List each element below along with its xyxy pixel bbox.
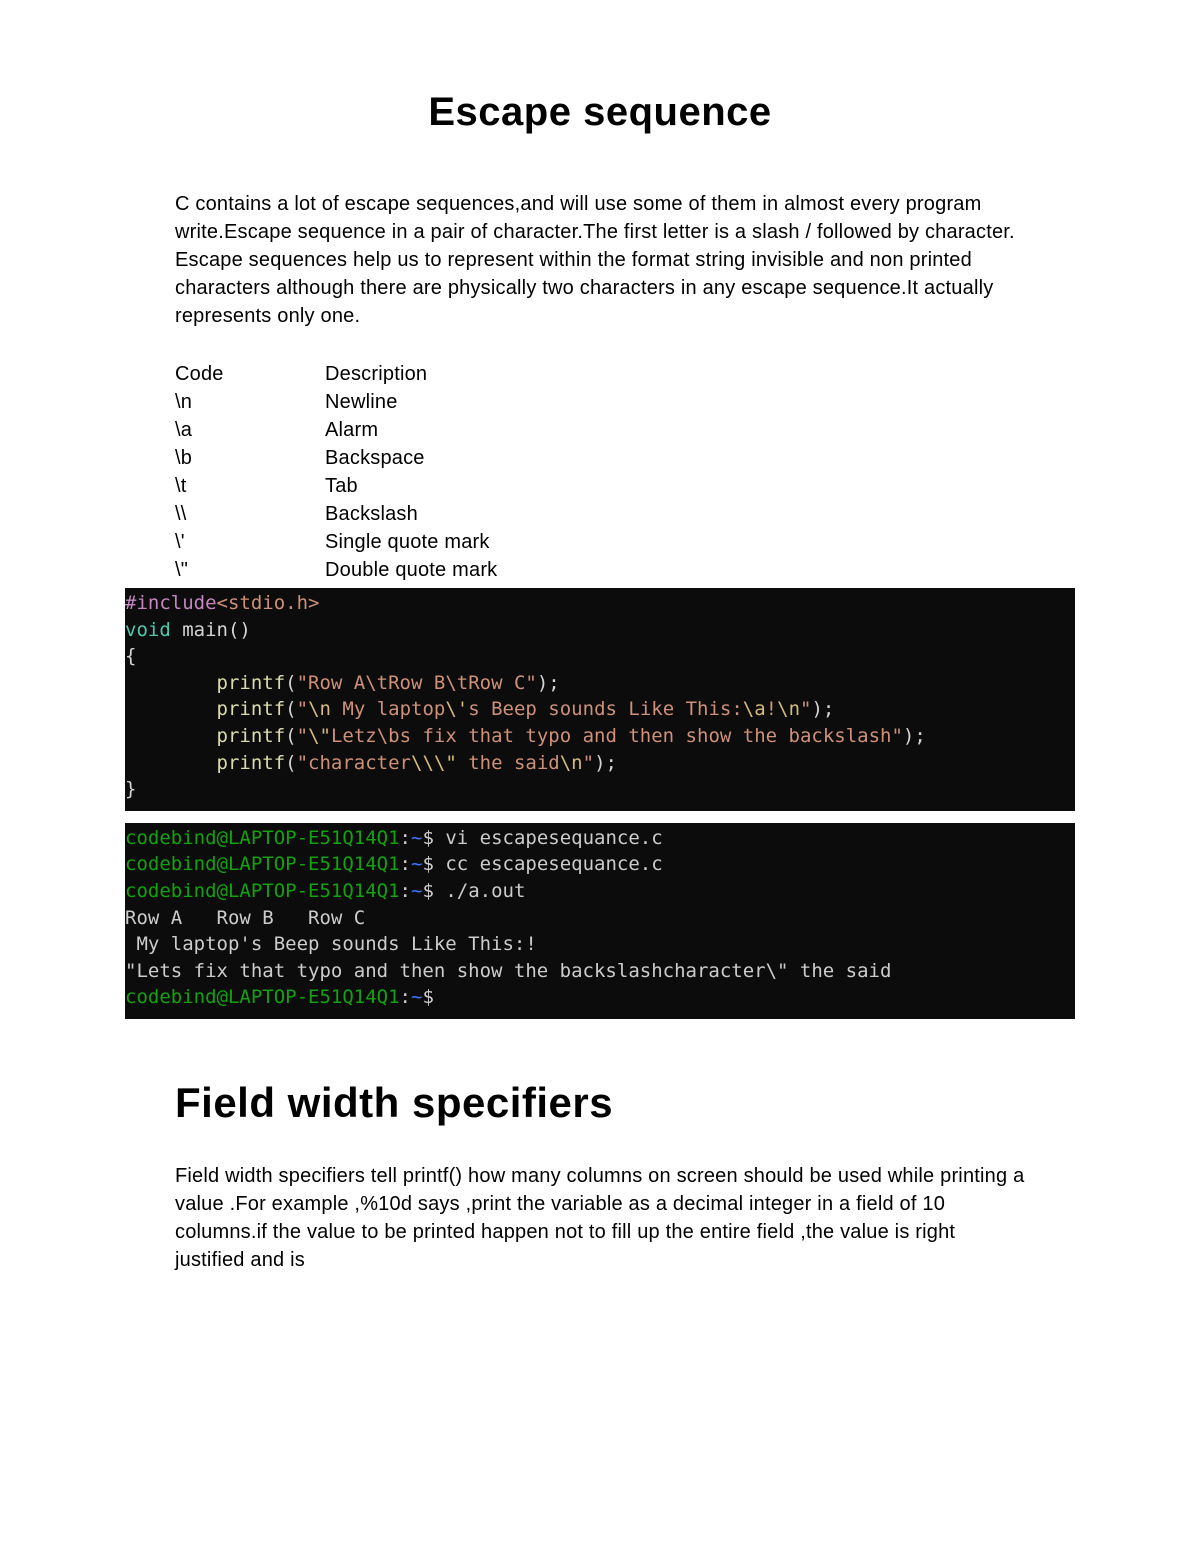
token-printf: printf [217, 672, 286, 694]
terminal-user-host: codebind@LAPTOP-E51Q14Q1 [125, 827, 400, 849]
token-escape: \" [308, 725, 331, 747]
token-end: ); [537, 672, 560, 694]
terminal-command: ./a.out [445, 880, 525, 902]
table-row: \\ Backslash [175, 500, 1025, 528]
heading-field-width-specifiers: Field width specifiers [175, 1079, 1025, 1127]
cell-desc: Single quote mark [325, 528, 1025, 556]
terminal-dollar: $ [422, 827, 445, 849]
header-description: Description [325, 360, 1025, 388]
terminal-path: ~ [411, 986, 422, 1008]
terminal-dollar: $ [422, 986, 445, 1008]
token-string: ! [766, 698, 777, 720]
terminal-user-host: codebind@LAPTOP-E51Q14Q1 [125, 986, 400, 1008]
table-row: \t Tab [175, 472, 1025, 500]
token-string: "Row A\tRow B\tRow C" [297, 672, 537, 694]
header-code: Code [175, 360, 325, 388]
cell-code: \b [175, 444, 325, 472]
terminal-output-line: My laptop's Beep sounds Like This:! [125, 933, 537, 955]
token-include: #include [125, 592, 217, 614]
token-main: main() [171, 619, 251, 641]
cell-code: \' [175, 528, 325, 556]
terminal-path: ~ [411, 827, 422, 849]
terminal-user-host: codebind@LAPTOP-E51Q14Q1 [125, 853, 400, 875]
cell-desc: Double quote mark [325, 556, 1025, 584]
token-paren: ( [285, 672, 296, 694]
table-row: \a Alarm [175, 416, 1025, 444]
token-string: My laptop [331, 698, 445, 720]
token-escape: \a [743, 698, 766, 720]
cell-code: \t [175, 472, 325, 500]
terminal-output-block: codebind@LAPTOP-E51Q14Q1:~$ vi escapeseq… [125, 823, 1075, 1019]
paragraph-intro: C contains a lot of escape sequences,and… [175, 190, 1025, 330]
token-printf: printf [217, 698, 286, 720]
token-string: s Beep sounds Like This: [468, 698, 743, 720]
terminal-command: vi escapesequance.c [445, 827, 662, 849]
table-header: Code Description [175, 360, 1025, 388]
token-brace-open: { [125, 645, 136, 667]
token-escape: \\\" [411, 752, 457, 774]
token-escape: \n [777, 698, 800, 720]
cell-desc: Backslash [325, 500, 1025, 528]
token-string: " [583, 752, 594, 774]
token-end: ); [811, 698, 834, 720]
token-escape: \' [445, 698, 468, 720]
table-row: \n Newline [175, 388, 1025, 416]
token-string: Letz\bs fix that typo and then show the … [331, 725, 892, 747]
token-string: " [891, 725, 902, 747]
cell-desc: Tab [325, 472, 1025, 500]
token-string: the said [457, 752, 560, 774]
cell-desc: Newline [325, 388, 1025, 416]
token-string: " [297, 698, 308, 720]
terminal-user-host: codebind@LAPTOP-E51Q14Q1 [125, 880, 400, 902]
cell-code: \a [175, 416, 325, 444]
heading-escape-sequence: Escape sequence [175, 90, 1025, 135]
table-row: \" Double quote mark [175, 556, 1025, 584]
code-editor-block: #include<stdio.h> void main() { printf("… [125, 588, 1075, 811]
terminal-output-line: Row A Row B Row C [125, 907, 365, 929]
token-string: "character [297, 752, 411, 774]
token-string: " [297, 725, 308, 747]
token-escape: \n [560, 752, 583, 774]
terminal-dollar: $ [422, 853, 445, 875]
table-row: \b Backspace [175, 444, 1025, 472]
token-end: ); [903, 725, 926, 747]
escape-sequence-table: Code Description \n Newline \a Alarm \b … [175, 360, 1025, 584]
token-end: ); [594, 752, 617, 774]
token-paren: ( [285, 698, 296, 720]
token-printf: printf [217, 725, 286, 747]
terminal-colon: : [400, 986, 411, 1008]
terminal-path: ~ [411, 880, 422, 902]
cell-desc: Alarm [325, 416, 1025, 444]
terminal-colon: : [400, 880, 411, 902]
token-brace-close: } [125, 778, 136, 800]
cell-code: \" [175, 556, 325, 584]
cell-code: \\ [175, 500, 325, 528]
token-void: void [125, 619, 171, 641]
token-string: " [800, 698, 811, 720]
terminal-dollar: $ [422, 880, 445, 902]
cell-desc: Backspace [325, 444, 1025, 472]
terminal-output-line: "Lets fix that typo and then show the ba… [125, 960, 891, 982]
token-printf: printf [217, 752, 286, 774]
table-row: \' Single quote mark [175, 528, 1025, 556]
cell-code: \n [175, 388, 325, 416]
token-escape: \n [308, 698, 331, 720]
terminal-path: ~ [411, 853, 422, 875]
token-paren: ( [285, 752, 296, 774]
token-header: <stdio.h> [217, 592, 320, 614]
terminal-colon: : [400, 827, 411, 849]
document-page: Escape sequence C contains a lot of esca… [0, 0, 1200, 1553]
token-paren: ( [285, 725, 296, 747]
paragraph-field-width: Field width specifiers tell printf() how… [175, 1162, 1025, 1274]
terminal-command: cc escapesequance.c [445, 853, 662, 875]
terminal-colon: : [400, 853, 411, 875]
